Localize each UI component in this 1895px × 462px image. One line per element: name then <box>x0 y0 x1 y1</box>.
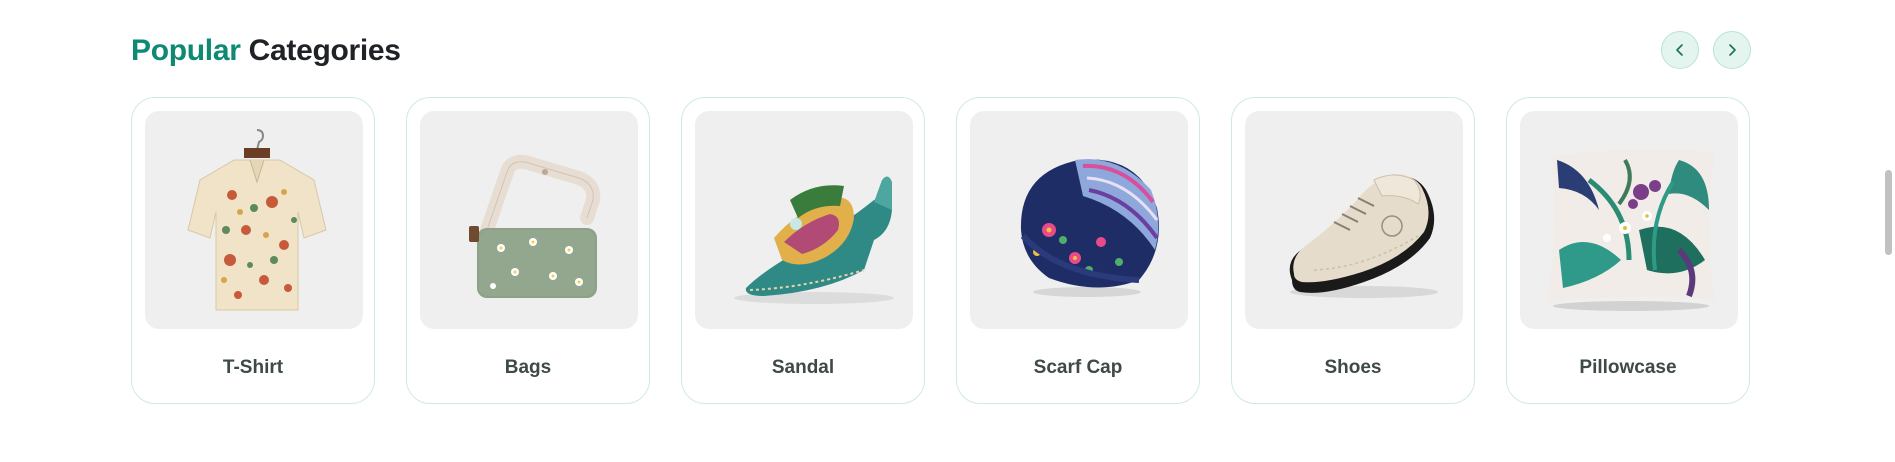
category-image-scarf-cap <box>970 111 1188 329</box>
category-card-pillowcase[interactable]: Pillowcase <box>1506 97 1750 404</box>
category-card-sandal[interactable]: Sandal <box>681 97 925 404</box>
next-button[interactable] <box>1713 31 1751 69</box>
shirt-image <box>187 129 327 311</box>
category-label: Sandal <box>771 357 835 378</box>
category-card-shoes[interactable]: Shoes <box>1231 97 1475 404</box>
category-carousel: T-Shirt Bags Sandal Scarf Cap Shoes Pill… <box>131 97 1750 404</box>
bag-image <box>469 154 601 298</box>
category-card-tshirt[interactable]: T-Shirt <box>131 97 375 404</box>
cap-image <box>1020 159 1159 297</box>
popular-categories-section: Popular Categories T-Shirt Bags Sandal S… <box>131 30 1751 404</box>
page-scrollbar[interactable] <box>1881 0 1895 462</box>
carousel-nav <box>1661 31 1751 69</box>
category-label: Shoes <box>1324 357 1382 378</box>
chevron-left-icon <box>1676 44 1683 56</box>
shoe-image <box>1289 174 1438 298</box>
category-card-scarf-cap[interactable]: Scarf Cap <box>956 97 1200 404</box>
category-label: Bags <box>504 357 552 378</box>
category-image-pillowcase <box>1520 111 1738 329</box>
category-card-bags[interactable]: Bags <box>406 97 650 404</box>
category-image-sandal <box>695 111 913 329</box>
section-title: Popular Categories <box>131 32 401 70</box>
sandal-image <box>734 176 894 304</box>
category-label: Pillowcase <box>1579 357 1677 378</box>
scrollbar-thumb[interactable] <box>1885 170 1892 255</box>
section-title-accent: Popular <box>131 34 241 67</box>
category-label: Scarf Cap <box>1033 357 1123 378</box>
pillow-image <box>1547 149 1715 311</box>
section-title-rest: Categories <box>240 34 401 67</box>
category-image-tshirt <box>145 111 363 329</box>
category-image-shoes <box>1245 111 1463 329</box>
category-image-bags <box>420 111 638 329</box>
category-label: T-Shirt <box>222 357 284 378</box>
chevron-right-icon <box>1729 44 1736 56</box>
section-header: Popular Categories <box>131 30 1751 72</box>
prev-button[interactable] <box>1661 31 1699 69</box>
